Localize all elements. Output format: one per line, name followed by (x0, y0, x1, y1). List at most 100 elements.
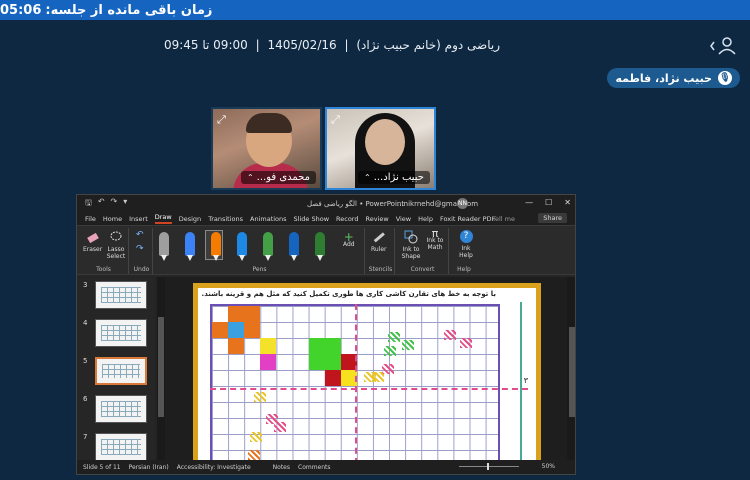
vertical-symmetry-line (355, 304, 357, 463)
session-header: ریاضی دوم (خانم حبیب نژاد) | 1405/02/16 … (0, 28, 750, 64)
slide-thumbnail[interactable] (95, 433, 147, 461)
ruler-button[interactable]: Ruler (371, 230, 387, 253)
slide-thumbnail[interactable] (95, 395, 147, 423)
pi-icon: π (431, 227, 439, 240)
ink-stroke (444, 330, 456, 340)
status-bar: Slide 5 of 11 Persian (Iran) Accessibili… (77, 460, 575, 474)
thumbnails-scrollbar[interactable] (157, 277, 165, 462)
tab-view[interactable]: View (396, 215, 411, 223)
avatar[interactable]: NN (457, 198, 468, 209)
lasso-select-button[interactable]: Lasso Select (105, 230, 127, 260)
add-pen-button[interactable]: + Add (343, 230, 355, 248)
pen-tool[interactable] (159, 232, 169, 261)
slide-counter: Slide 5 of 11 (83, 463, 121, 471)
slide-thumbnails-panel: 3 4 5 6 7 (77, 277, 155, 462)
session-date: 1405/02/16 (267, 38, 337, 52)
thumbnail-number: 3 (83, 281, 88, 289)
tab-transitions[interactable]: Transitions (208, 215, 243, 223)
filled-cell (308, 338, 325, 354)
slide-editor: با توجه به خط های تقارن کاشی کاری ها طور… (165, 277, 567, 463)
slide-thumbnail[interactable] (95, 319, 147, 347)
undo-group: ↶ ↷ Undo (131, 228, 153, 274)
plus-icon: + (343, 230, 354, 244)
accessibility-status[interactable]: Accessibility: Investigate (177, 464, 251, 471)
filled-cell (260, 354, 277, 370)
filled-cell (212, 322, 228, 338)
session-title: ریاضی دوم (خانم حبیب نژاد) | 1405/02/16 … (163, 38, 500, 52)
ink-stroke (274, 422, 286, 432)
slide-thumbnail[interactable] (95, 281, 147, 309)
participant-face (365, 119, 405, 165)
redo-icon[interactable]: ↷ (136, 245, 144, 254)
thumbnail-number: 6 (83, 395, 88, 403)
session-timer-bar: زمان باقی مانده از جلسه: 05:06 (0, 0, 750, 20)
expand-icon[interactable]: ⤢ (331, 113, 340, 127)
maximize-icon[interactable]: ☐ (545, 198, 552, 207)
chevron-up-icon[interactable]: ⌃ (364, 173, 371, 182)
expand-icon[interactable]: ⤢ (217, 113, 226, 127)
tab-insert[interactable]: Insert (129, 215, 148, 223)
tab-record[interactable]: Record (336, 215, 358, 223)
redo-icon[interactable]: ↷ (111, 197, 118, 211)
tab-slide-show[interactable]: Slide Show (294, 215, 329, 223)
undo-icon[interactable]: ↶ (98, 197, 105, 211)
minimize-icon[interactable]: — (525, 198, 533, 207)
pen-tool[interactable] (185, 232, 195, 261)
notes-button[interactable]: Notes (273, 464, 290, 471)
ink-stroke (372, 372, 384, 382)
ink-stroke (402, 340, 414, 350)
filled-cell (324, 370, 341, 386)
zoom-level[interactable]: 50% (542, 463, 555, 470)
convert-group: Ink to Shape π Ink to Math Convert (397, 228, 449, 274)
filled-cell (324, 338, 341, 354)
tab-design[interactable]: Design (179, 215, 201, 223)
tab-animations[interactable]: Animations (250, 215, 287, 223)
tab-home[interactable]: Home (103, 215, 122, 223)
participants-icon[interactable] (710, 36, 740, 56)
ink-stroke (460, 338, 472, 348)
share-button[interactable]: Share (538, 213, 567, 223)
tab-review[interactable]: Review (365, 215, 388, 223)
ppt-workspace: 3 4 5 6 7 با توجه به خط های تقارن کاشی کاری … (77, 277, 575, 463)
current-slide[interactable]: با توجه به خط های تقارن کاشی کاری ها طور… (193, 283, 541, 463)
close-icon[interactable]: ✕ (564, 198, 571, 207)
slide-problem-number: ۳ (523, 376, 528, 385)
zoom-slider[interactable] (459, 463, 519, 470)
ink-stroke (388, 332, 400, 342)
filled-cell (324, 354, 341, 370)
tab-draw[interactable]: Draw (154, 213, 172, 224)
slide-thumbnail[interactable] (95, 357, 147, 385)
undo-icon[interactable]: ↶ (136, 231, 144, 240)
participant-video-tile[interactable]: ⤢ حبیب نژاد...⌃ (325, 107, 436, 190)
eraser-button[interactable]: Eraser (83, 230, 102, 253)
pen-tool[interactable] (289, 232, 299, 261)
session-time: 09:00 تا 09:45 (163, 38, 248, 52)
customize-icon[interactable]: ▾ (123, 197, 127, 211)
pen-tool[interactable] (237, 232, 247, 261)
ink-to-shape-button[interactable]: Ink to Shape (400, 230, 422, 260)
tab-help[interactable]: Help (418, 215, 433, 223)
course-name: ریاضی دوم (خانم حبیب نژاد) (356, 38, 500, 52)
tab-foxit-reader-pdf[interactable]: Foxit Reader PDF (440, 215, 495, 223)
filled-cell (228, 338, 245, 354)
horizontal-symmetry-line (210, 388, 528, 390)
tab-file[interactable]: File (85, 215, 96, 223)
ink-help-button[interactable]: ? Ink Help (455, 230, 477, 259)
slide-scrollbar[interactable] (567, 277, 575, 462)
participant-video-tile[interactable]: ⤢ محمدی فو...⌃ (211, 107, 322, 190)
chevron-up-icon[interactable]: ⌃ (247, 173, 254, 182)
save-icon[interactable]: 🖫 (85, 197, 92, 211)
filled-cell (308, 354, 325, 370)
tools-group: Eraser Lasso Select Tools (79, 228, 129, 274)
stencils-group: Ruler Stencils (367, 228, 395, 274)
filled-cell (244, 306, 261, 322)
language-indicator[interactable]: Persian (Iran) (129, 464, 169, 471)
pen-tool[interactable] (315, 232, 325, 261)
comments-button[interactable]: Comments (298, 464, 331, 471)
pen-tool[interactable] (211, 232, 221, 261)
pen-tool[interactable] (263, 232, 273, 261)
ink-to-math-button[interactable]: π Ink to Math (424, 227, 446, 251)
active-speaker-name: حبیب نژاد، فاطمه (615, 71, 712, 85)
tell-me-search[interactable]: Tell me (492, 215, 515, 223)
time-remaining-label: زمان باقی مانده از جلسه: (45, 2, 213, 18)
